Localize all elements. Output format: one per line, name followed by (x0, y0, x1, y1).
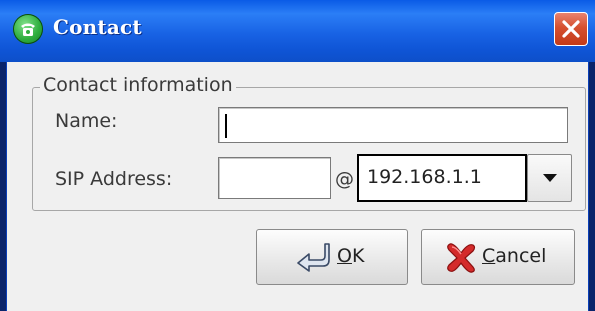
sip-host-value: 192.168.1.1 (367, 166, 482, 188)
sip-host-combobox[interactable]: 192.168.1.1 (357, 154, 527, 202)
ok-label: OK (337, 245, 365, 267)
cancel-label: Cancel (482, 245, 547, 267)
cancel-button[interactable]: Cancel (421, 229, 575, 285)
close-button[interactable] (554, 12, 588, 46)
sip-address-label: SIP Address: (55, 168, 173, 190)
phone-icon (13, 14, 43, 44)
at-sign: @ (335, 168, 354, 190)
contact-dialog: Contact Contact information Name: SIP Ad… (0, 0, 595, 311)
name-input[interactable] (218, 107, 568, 143)
enter-arrow-icon (295, 242, 331, 277)
title-bar[interactable]: Contact (0, 0, 595, 62)
close-icon (562, 20, 580, 38)
window-title: Contact (53, 15, 142, 39)
red-x-icon (444, 241, 478, 280)
text-caret (225, 114, 227, 138)
ok-button[interactable]: OK (256, 229, 408, 285)
group-title: Contact information (40, 74, 236, 96)
sip-user-input[interactable] (218, 157, 331, 199)
host-dropdown-button[interactable] (527, 154, 572, 202)
name-label: Name: (55, 110, 118, 132)
chevron-down-icon (543, 174, 557, 182)
